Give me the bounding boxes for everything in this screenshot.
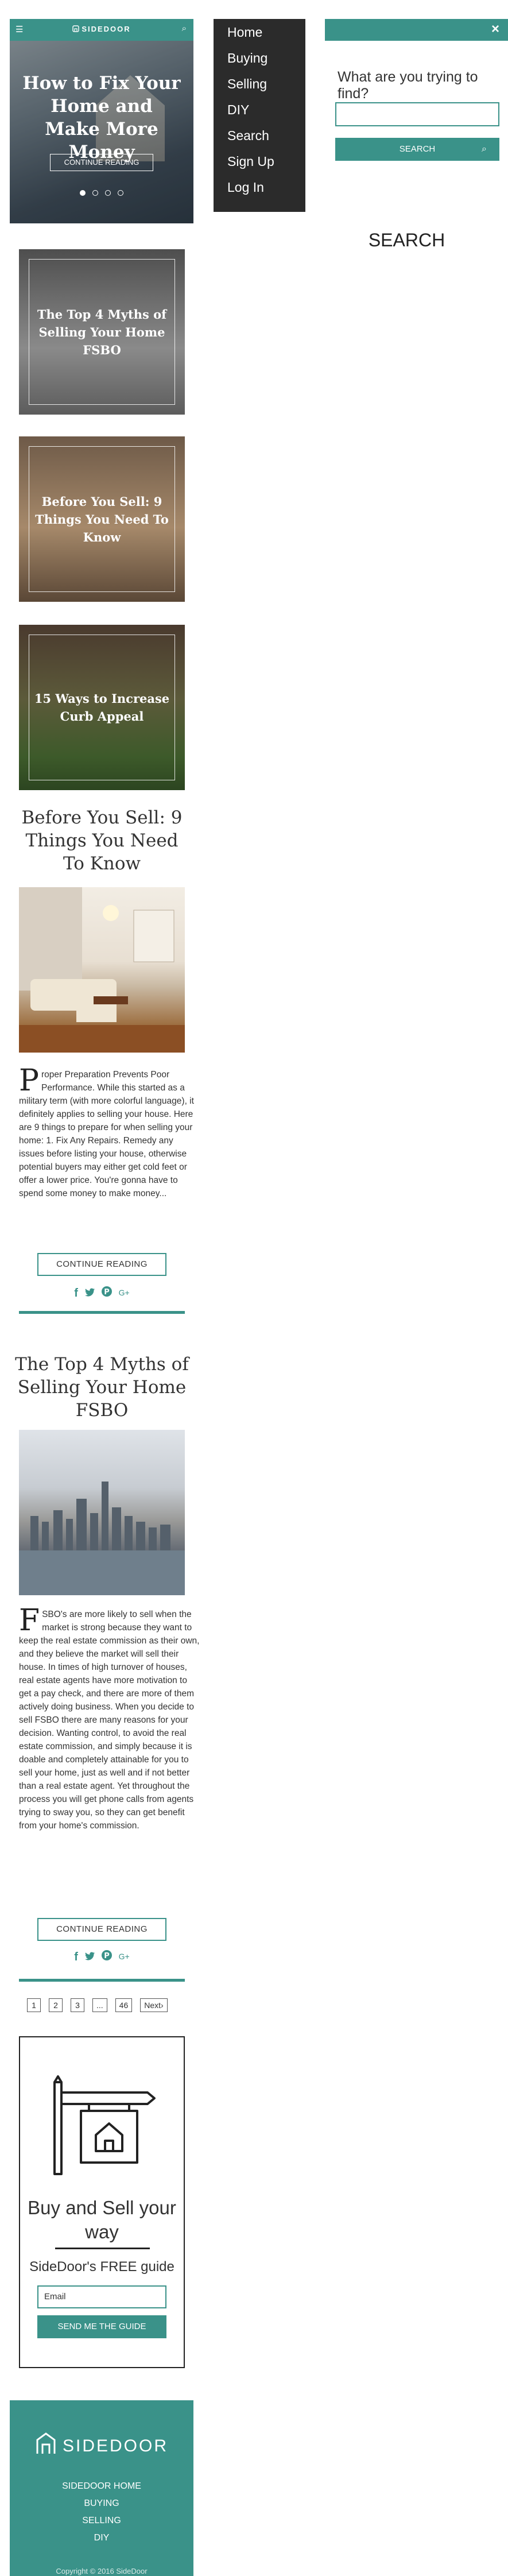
featured-card[interactable]: The Top 4 Myths of Selling Your Home FSB… bbox=[19, 249, 185, 415]
card-title: The Top 4 Myths of Selling Your Home FSB… bbox=[37, 307, 167, 357]
excerpt-text: roper Preparation Prevents Poor Performa… bbox=[19, 1070, 194, 1198]
post-title[interactable]: The Top 4 Myths of Selling Your Home FSB… bbox=[14, 1353, 189, 1422]
nav-item-buying[interactable]: Buying bbox=[227, 51, 267, 66]
pinterest-icon[interactable]: P bbox=[102, 1286, 113, 1300]
card-title: 15 Ways to Increase Curb Appeal bbox=[34, 691, 170, 724]
footer-brand-text: SIDEDOOR bbox=[62, 2436, 169, 2455]
svg-text:P: P bbox=[104, 1288, 110, 1297]
facebook-icon[interactable]: f bbox=[74, 1951, 78, 1964]
slider-dot[interactable] bbox=[80, 190, 86, 196]
footer-link-diy[interactable]: DIY bbox=[10, 2529, 193, 2547]
page-3-link[interactable]: 3 bbox=[71, 1998, 84, 2012]
twitter-icon[interactable] bbox=[84, 1287, 95, 1300]
search-input[interactable] bbox=[335, 102, 499, 126]
nav-item-login[interactable]: Log In bbox=[227, 180, 264, 195]
footer-link-selling[interactable]: SELLING bbox=[10, 2512, 193, 2529]
post-divider bbox=[19, 1311, 185, 1314]
living-room-illustration bbox=[19, 887, 185, 1053]
google-plus-icon[interactable]: G+ bbox=[119, 1952, 130, 1961]
drop-cap: P bbox=[19, 1063, 39, 1098]
post-divider bbox=[19, 1979, 185, 1982]
logo[interactable]: SIDEDOOR bbox=[10, 25, 193, 33]
hero-slider[interactable]: How to Fix Your Home and Make More Money… bbox=[10, 41, 193, 223]
footer-links: SIDEDOOR HOME BUYING SELLING DIY bbox=[10, 2478, 193, 2547]
nav-item-search[interactable]: Search bbox=[227, 128, 269, 144]
guide-signup-box: Buy and Sell your way SideDoor's FREE gu… bbox=[19, 2036, 185, 2368]
search-button-label: SEARCH bbox=[399, 144, 436, 154]
continue-reading-button[interactable]: CONTINUE READING bbox=[37, 1253, 166, 1276]
search-button[interactable]: SEARCH ⌕ bbox=[335, 138, 499, 161]
footer: SIDEDOOR SIDEDOOR HOME BUYING SELLING DI… bbox=[10, 2400, 193, 2576]
page-46-link[interactable]: 46 bbox=[115, 1998, 133, 2012]
nav-item-home[interactable]: Home bbox=[227, 25, 262, 40]
nav-item-signup[interactable]: Sign Up bbox=[227, 154, 274, 169]
page-ellipsis: ... bbox=[92, 1998, 107, 2012]
featured-card[interactable]: Before You Sell: 9 Things You Need To Kn… bbox=[19, 436, 185, 602]
facebook-icon[interactable]: f bbox=[74, 1287, 78, 1300]
card-title: Before You Sell: 9 Things You Need To Kn… bbox=[35, 494, 169, 544]
pagination: 1 2 3... 46 Next› bbox=[27, 1998, 176, 2013]
slider-dot[interactable] bbox=[118, 190, 123, 196]
logo-icon bbox=[72, 25, 80, 32]
footer-logo[interactable]: SIDEDOOR bbox=[10, 2432, 193, 2456]
email-field[interactable]: Email bbox=[37, 2285, 166, 2308]
search-icon[interactable]: ⌕ bbox=[182, 24, 187, 33]
nav-menu-panel: Home Buying Selling DIY Search Sign Up L… bbox=[214, 19, 305, 212]
search-icon: ⌕ bbox=[482, 144, 487, 154]
guide-title: Buy and Sell your way bbox=[28, 2197, 176, 2242]
share-icons-2: f P G+ bbox=[0, 1950, 204, 1964]
copyright: Copyright © 2016 SideDoor bbox=[56, 2567, 148, 2575]
post-excerpt: Proper Preparation Prevents Poor Perform… bbox=[19, 1063, 200, 1200]
drop-cap: F bbox=[19, 1603, 40, 1638]
excerpt-text: SBO's are more likely to sell when the m… bbox=[19, 1610, 200, 1831]
featured-card[interactable]: 15 Ways to Increase Curb Appeal bbox=[19, 625, 185, 790]
footer-link-buying[interactable]: BUYING bbox=[10, 2495, 193, 2512]
search-question: What are you trying to find? bbox=[338, 69, 478, 102]
post-image[interactable] bbox=[19, 1430, 185, 1595]
search-heading: SEARCH bbox=[368, 230, 445, 250]
slider-dots bbox=[10, 188, 193, 199]
close-icon[interactable]: × bbox=[491, 21, 499, 37]
nav-item-selling[interactable]: Selling bbox=[227, 76, 267, 92]
post-title[interactable]: Before You Sell: 9 Things You Need To Kn… bbox=[14, 806, 189, 875]
hero-title: How to Fix Your Home and Make More Money bbox=[22, 73, 181, 163]
svg-text:P: P bbox=[104, 1952, 110, 1960]
post-excerpt: F SBO's are more likely to sell when the … bbox=[19, 1603, 200, 1832]
footer-logo-icon bbox=[36, 2432, 56, 2454]
logo-text: SIDEDOOR bbox=[82, 25, 131, 33]
page-2-link[interactable]: 2 bbox=[49, 1998, 63, 2012]
continue-reading-button[interactable]: CONTINUE READING bbox=[37, 1918, 166, 1941]
city-skyline-illustration bbox=[19, 1482, 185, 1595]
guide-subtitle: SideDoor's FREE guide bbox=[29, 2259, 174, 2275]
twitter-icon[interactable] bbox=[84, 1951, 95, 1964]
nav-item-diy[interactable]: DIY bbox=[227, 102, 249, 118]
share-icons: f P G+ bbox=[0, 1286, 204, 1300]
top-bar: ☰ SIDEDOOR ⌕ bbox=[10, 19, 193, 41]
for-sale-sign-icon bbox=[53, 2075, 156, 2175]
footer-link-home[interactable]: SIDEDOOR HOME bbox=[10, 2478, 193, 2495]
post-image[interactable] bbox=[19, 887, 185, 1053]
page-1-link[interactable]: 1 bbox=[27, 1998, 41, 2012]
pinterest-icon[interactable]: P bbox=[102, 1950, 113, 1964]
slider-dot[interactable] bbox=[92, 190, 98, 196]
google-plus-icon[interactable]: G+ bbox=[119, 1288, 130, 1297]
send-guide-button[interactable]: SEND ME THE GUIDE bbox=[37, 2315, 166, 2338]
hero-continue-button[interactable]: CONTINUE READING bbox=[50, 154, 153, 171]
guide-divider bbox=[55, 2248, 150, 2249]
next-page-link[interactable]: Next› bbox=[140, 1998, 168, 2012]
slider-dot[interactable] bbox=[105, 190, 111, 196]
search-panel-bar: × bbox=[325, 19, 508, 41]
